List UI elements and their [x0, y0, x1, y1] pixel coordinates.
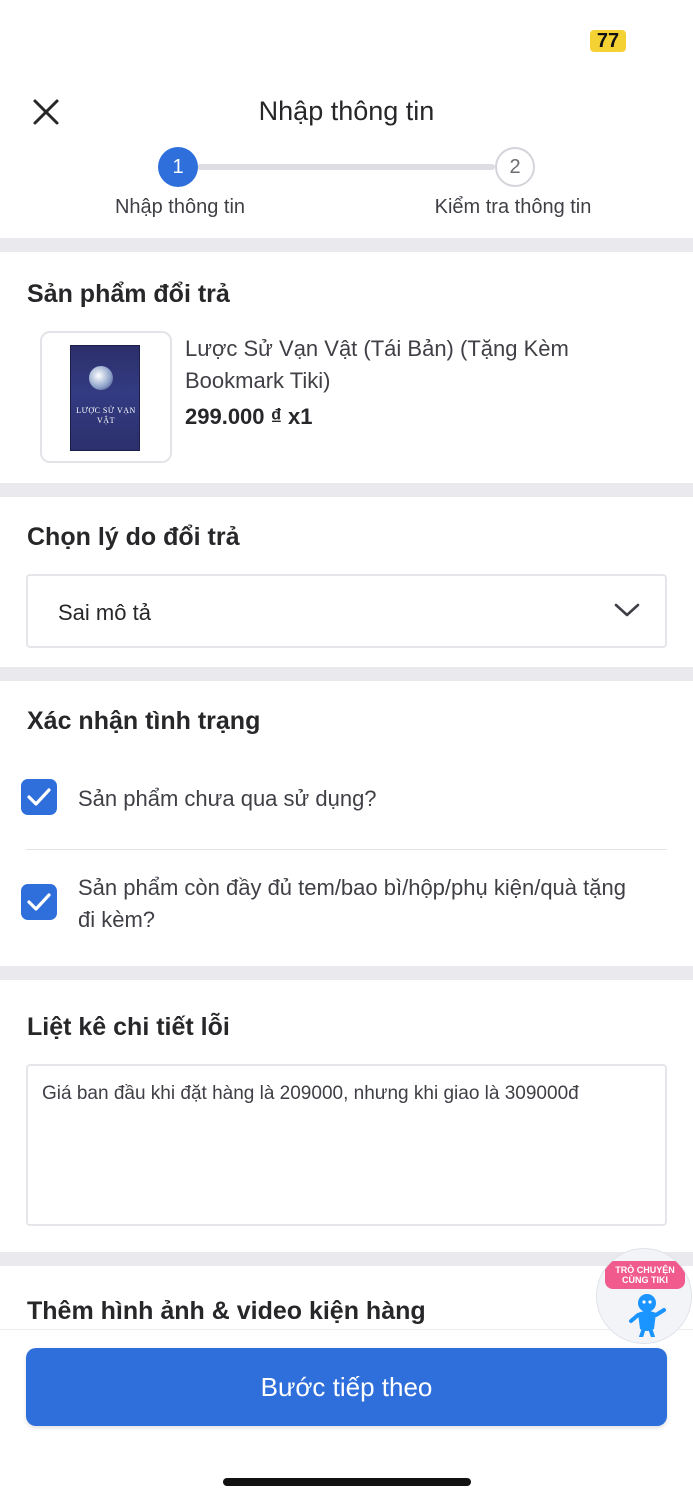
product-name: Lược Sử Vạn Vật (Tái Bản) (Tặng Kèm Book…: [185, 336, 569, 393]
section-divider: [0, 667, 693, 681]
error-details-textarea[interactable]: Giá ban đầu khi đặt hàng là 209000, nhưn…: [26, 1064, 667, 1226]
return-reason-value: Sai mô tả: [58, 600, 151, 625]
moon-graphic: [89, 366, 113, 390]
checkmark-icon: [27, 893, 51, 911]
product-price: 299.000 ₫ x1: [185, 404, 313, 429]
chat-with-tiki-button[interactable]: TRÒ CHUYỆN CÙNG TIKI: [596, 1248, 692, 1344]
chevron-down-icon: [614, 603, 640, 617]
step-1-label: Nhập thông tin: [114, 196, 246, 218]
product-section-title: Sản phẩm đổi trả: [27, 280, 230, 308]
chat-label: TRÒ CHUYỆN CÙNG TIKI: [605, 1261, 685, 1289]
home-indicator: [223, 1478, 471, 1486]
page-title: Nhập thông tin: [258, 96, 435, 126]
step-2-label: Kiểm tra thông tin: [434, 196, 592, 218]
complete-package-checkbox-label: Sản phẩm còn đầy đủ tem/bao bì/hộp/phụ k…: [78, 875, 626, 932]
book-cover-title: LƯỢC SỬ VẠN VẬT: [76, 406, 136, 425]
unused-checkbox-label: Sản phẩm chưa qua sử dụng?: [78, 786, 377, 811]
unused-checkbox[interactable]: [21, 779, 57, 815]
checkmark-icon: [27, 788, 51, 806]
stepper-track: [197, 164, 495, 170]
section-divider: [0, 238, 693, 252]
row-divider: [26, 849, 667, 850]
media-section-title: Thêm hình ảnh & video kiện hàng: [27, 1297, 426, 1325]
complete-package-checkbox[interactable]: [21, 884, 57, 920]
next-step-button[interactable]: Bước tiếp theo: [26, 1348, 667, 1426]
return-reason-select[interactable]: Sai mô tả: [26, 574, 667, 648]
reason-section-title: Chọn lý do đổi trả: [27, 523, 240, 551]
step-2-indicator: 2: [495, 147, 535, 187]
step-1-indicator: 1: [158, 147, 198, 187]
condition-section-title: Xác nhận tình trạng: [27, 707, 261, 735]
tiki-mascot-icon: [629, 1294, 666, 1337]
section-divider: [0, 483, 693, 497]
section-divider: [0, 1252, 693, 1266]
error-section-title: Liệt kê chi tiết lỗi: [27, 1013, 230, 1041]
product-thumbnail[interactable]: LƯỢC SỬ VẠN VẬT: [40, 331, 172, 463]
section-divider: [0, 966, 693, 980]
status-badge: 77: [590, 30, 626, 52]
book-cover-image: LƯỢC SỬ VẠN VẬT: [70, 345, 140, 451]
